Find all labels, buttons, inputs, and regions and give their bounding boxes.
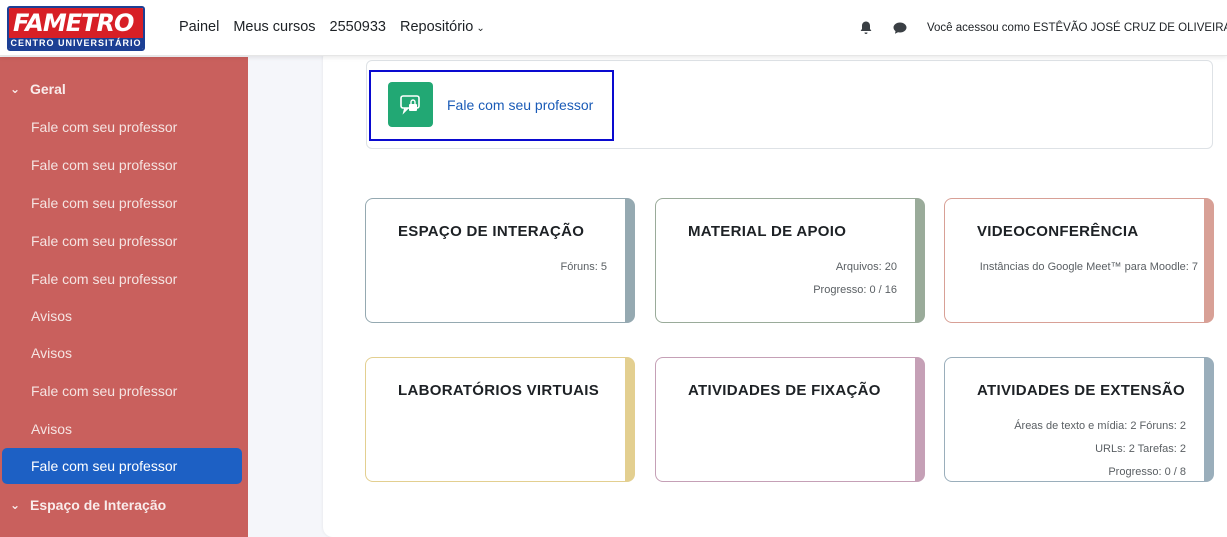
chat-icon[interactable] [892, 20, 908, 36]
section-card-videoconferencia[interactable]: VIDEOCONFERÊNCIA Instâncias do Google Me… [944, 198, 1214, 323]
nav-link-painel[interactable]: Painel [179, 19, 219, 35]
sidebar-item-fale-com-professor[interactable]: Fale com seu professor [0, 109, 248, 145]
logged-in-user-text[interactable]: Você acessou como ESTÊVÃO JOSÉ CRUZ DE O… [927, 22, 1227, 34]
card-meta-urls-tarefas: URLs: 2 Tarefas: 2 [1095, 443, 1186, 455]
sidebar-item-fale-com-professor[interactable]: Fale com seu professor [0, 185, 248, 221]
sidebar-section-label: Geral [30, 81, 66, 97]
primary-navigation: Painel Meus cursos 2550933 Repositório ⌄ [179, 19, 499, 35]
chat-activity-icon[interactable] [388, 82, 433, 127]
sidebar-section-espaco-de-interacao[interactable]: ⌄ Espaço de Interação [0, 487, 248, 523]
sidebar-item-avisos[interactable]: Avisos [0, 298, 248, 334]
sidebar-item-fale-com-professor-active[interactable]: Fale com seu professor [2, 448, 242, 484]
card-meta-arquivos: Arquivos: 20 [835, 261, 897, 273]
nav-link-repositorio[interactable]: Repositório ⌄ [400, 19, 485, 35]
sidebar-section-geral[interactable]: ⌄ Geral [0, 71, 248, 107]
card-title: LABORATÓRIOS VIRTUAIS [398, 382, 600, 399]
section-card-laboratorios-virtuais[interactable]: LABORATÓRIOS VIRTUAIS [365, 357, 635, 482]
nav-link-meus-cursos[interactable]: Meus cursos [233, 19, 315, 35]
logo-subtitle: CENTRO UNIVERSITÁRIO [9, 38, 143, 49]
card-title: VIDEOCONFERÊNCIA [977, 223, 1139, 240]
sidebar-item-fale-com-professor[interactable]: Fale com seu professor [0, 223, 248, 259]
sidebar-item-fale-com-professor[interactable]: Fale com seu professor [0, 373, 248, 409]
card-meta-progresso: Progresso: 0 / 8 [1108, 466, 1186, 478]
card-title: ATIVIDADES DE EXTENSÃO [977, 382, 1186, 399]
nav-link-repositorio-label: Repositório [399, 19, 474, 35]
nav-icons [858, 20, 908, 36]
card-meta-google-meet: Instâncias do Google Meet™ para Moodle: … [979, 261, 1198, 273]
sidebar-item-fale-com-professor[interactable]: Fale com seu professor [0, 147, 248, 183]
chat-lock-icon [400, 95, 420, 115]
section-card-espaco-de-interacao[interactable]: ESPAÇO DE INTERAÇÃO Fóruns: 5 [365, 198, 635, 323]
logo-wordmark: FAMETRO [9, 8, 143, 38]
card-title: ESPAÇO DE INTERAÇÃO [398, 223, 585, 240]
section-card-atividades-de-fixacao[interactable]: ATIVIDADES DE FIXAÇÃO [655, 357, 925, 482]
top-navbar: FAMETRO CENTRO UNIVERSITÁRIO Painel Meus… [0, 0, 1227, 56]
fale-com-professor-link[interactable]: Fale com seu professor [447, 97, 593, 113]
card-meta-areas-foruns: Áreas de texto e mídia: 2 Fóruns: 2 [1014, 420, 1186, 432]
sidebar-item-avisos[interactable]: Avisos [0, 411, 248, 447]
course-index-sidebar: ⌄ Geral Fale com seu professor Fale com … [0, 57, 248, 537]
section-card-atividades-de-extensao[interactable]: ATIVIDADES DE EXTENSÃO Áreas de texto e … [944, 357, 1214, 482]
chevron-down-icon[interactable]: ⌄ [10, 71, 20, 107]
fametro-logo[interactable]: FAMETRO CENTRO UNIVERSITÁRIO [7, 6, 145, 51]
section-card-material-de-apoio[interactable]: MATERIAL DE APOIO Arquivos: 20 Progresso… [655, 198, 925, 323]
card-title: ATIVIDADES DE FIXAÇÃO [688, 382, 881, 399]
nav-link-course-code[interactable]: 2550933 [330, 19, 386, 35]
sidebar-section-label: Espaço de Interação [30, 497, 167, 513]
card-meta-progresso: Progresso: 0 / 16 [813, 284, 897, 296]
card-title: MATERIAL DE APOIO [688, 223, 847, 240]
chevron-down-icon: ⌄ [476, 23, 485, 34]
sidebar-item-avisos[interactable]: Avisos [0, 335, 248, 371]
sidebar-item-fale-com-professor[interactable]: Fale com seu professor [0, 261, 248, 297]
bell-icon[interactable] [858, 20, 874, 36]
chevron-down-icon[interactable]: ⌄ [10, 487, 20, 523]
card-meta-forums: Fóruns: 5 [560, 261, 607, 273]
